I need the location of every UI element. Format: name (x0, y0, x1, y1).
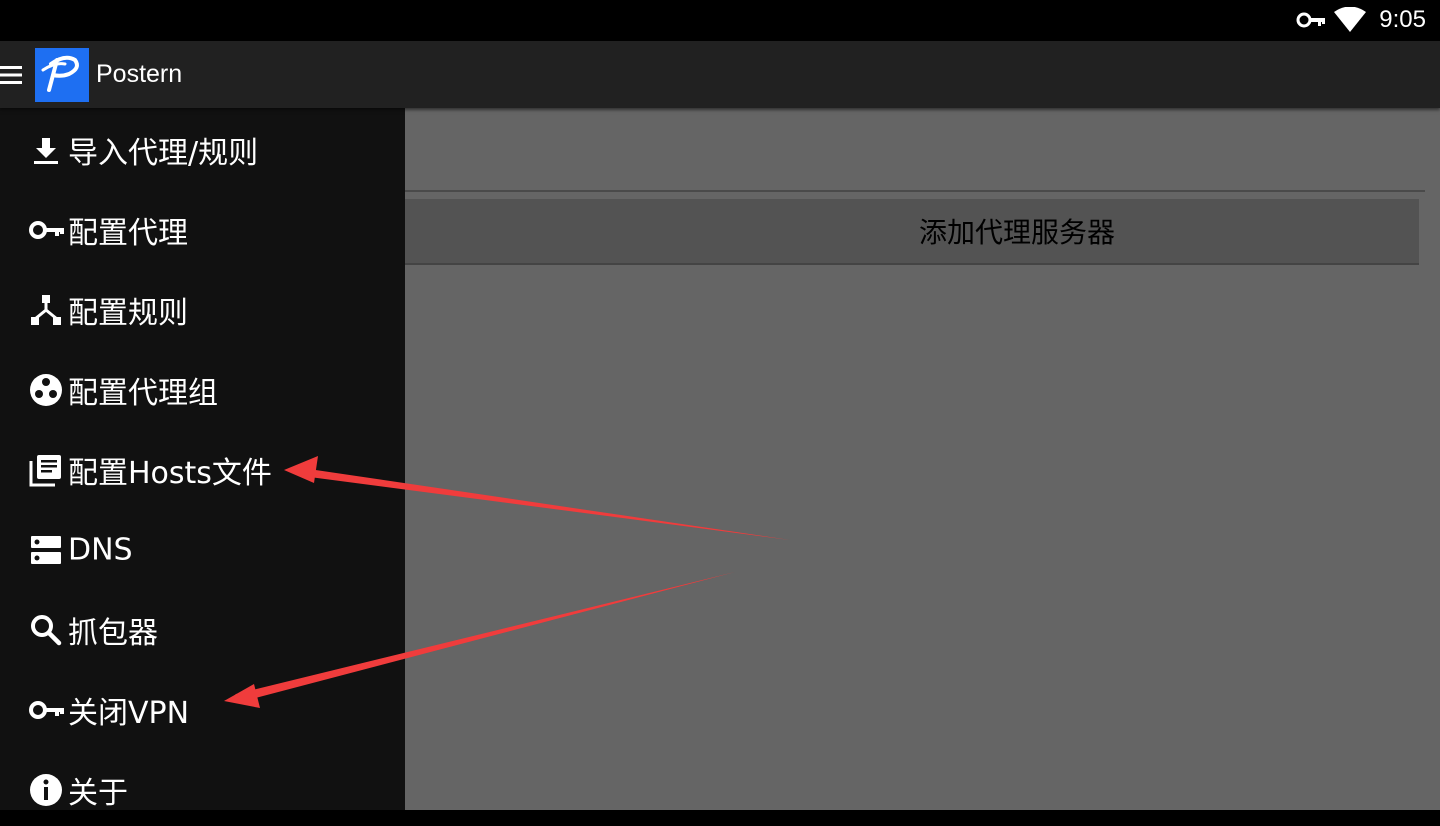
search-icon (28, 612, 64, 648)
drawer-item-label: 配置规则 (68, 296, 188, 331)
wifi-icon (1334, 7, 1366, 33)
group-circles-icon (28, 372, 64, 408)
drawer-item-label: 关于 (68, 776, 128, 811)
key-icon (28, 692, 64, 728)
drawer-item-label: 抓包器 (68, 616, 158, 651)
add-proxy-server-button[interactable]: 添加代理服务器 (405, 199, 1419, 265)
add-proxy-server-label: 添加代理服务器 (918, 216, 1115, 249)
divider (405, 190, 1425, 192)
dns-server-icon (28, 532, 64, 568)
status-time: 9:05 (1379, 6, 1426, 33)
network-share-icon (28, 292, 64, 328)
drawer-item-label: 配置代理 (68, 216, 188, 251)
drawer-item-configure-proxy-group[interactable]: 配置代理组 (0, 354, 405, 426)
drawer-item-dns[interactable]: DNS (0, 514, 405, 586)
vpn-key-icon (1296, 8, 1326, 32)
drawer-item-label: 导入代理/规则 (68, 136, 259, 171)
app-bar: Postern (0, 41, 1440, 108)
drawer-item-about[interactable]: 关于 (0, 754, 405, 826)
key-icon (28, 212, 64, 248)
status-bar: 9:05 (0, 0, 1440, 41)
download-icon (28, 132, 64, 168)
drawer-item-label: 配置代理组 (68, 376, 218, 411)
drawer-item-packet-capture[interactable]: 抓包器 (0, 594, 405, 666)
drawer-item-configure-proxy[interactable]: 配置代理 (0, 194, 405, 266)
library-books-icon (28, 452, 64, 488)
drawer-item-label: 关闭VPN (68, 696, 190, 731)
postern-logo-icon (35, 48, 89, 102)
drawer-item-close-vpn[interactable]: 关闭VPN (0, 674, 405, 746)
navigation-drawer: 导入代理/规则 配置代理 配置规则 配置代理组 配置Hosts文件 DNS 抓包… (0, 108, 405, 811)
hamburger-menu-icon[interactable] (0, 63, 22, 87)
drawer-item-configure-hosts[interactable]: 配置Hosts文件 (0, 434, 405, 506)
drawer-item-label: 配置Hosts文件 (68, 456, 272, 491)
drawer-item-configure-rules[interactable]: 配置规则 (0, 274, 405, 346)
app-title: Postern (96, 60, 183, 88)
drawer-item-import[interactable]: 导入代理/规则 (0, 114, 405, 186)
drawer-item-label: DNS (68, 532, 133, 568)
info-icon (28, 772, 64, 808)
